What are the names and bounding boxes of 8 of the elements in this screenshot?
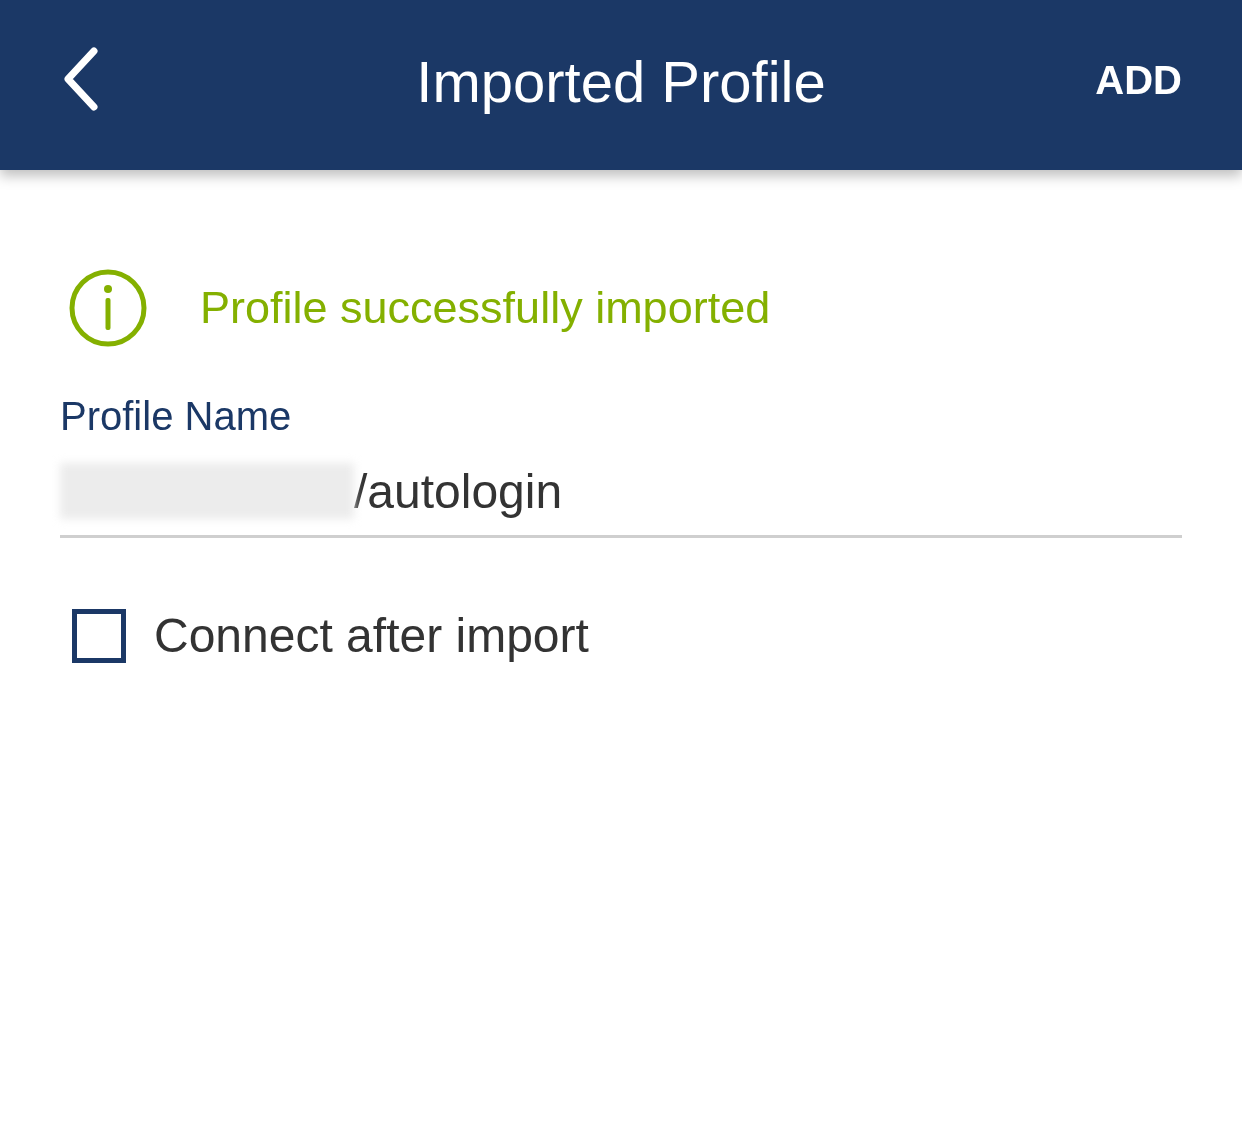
success-message: Profile successfully imported [200, 282, 771, 334]
profile-name-field[interactable]: /autologin [60, 447, 1182, 538]
field-label: Profile Name [60, 394, 293, 439]
info-icon [68, 268, 148, 348]
add-button[interactable]: ADD [1095, 57, 1182, 103]
checkbox[interactable] [72, 608, 126, 663]
screen-title: Imported Profile [416, 47, 826, 115]
checkbox-label: Connect after import [154, 608, 589, 663]
